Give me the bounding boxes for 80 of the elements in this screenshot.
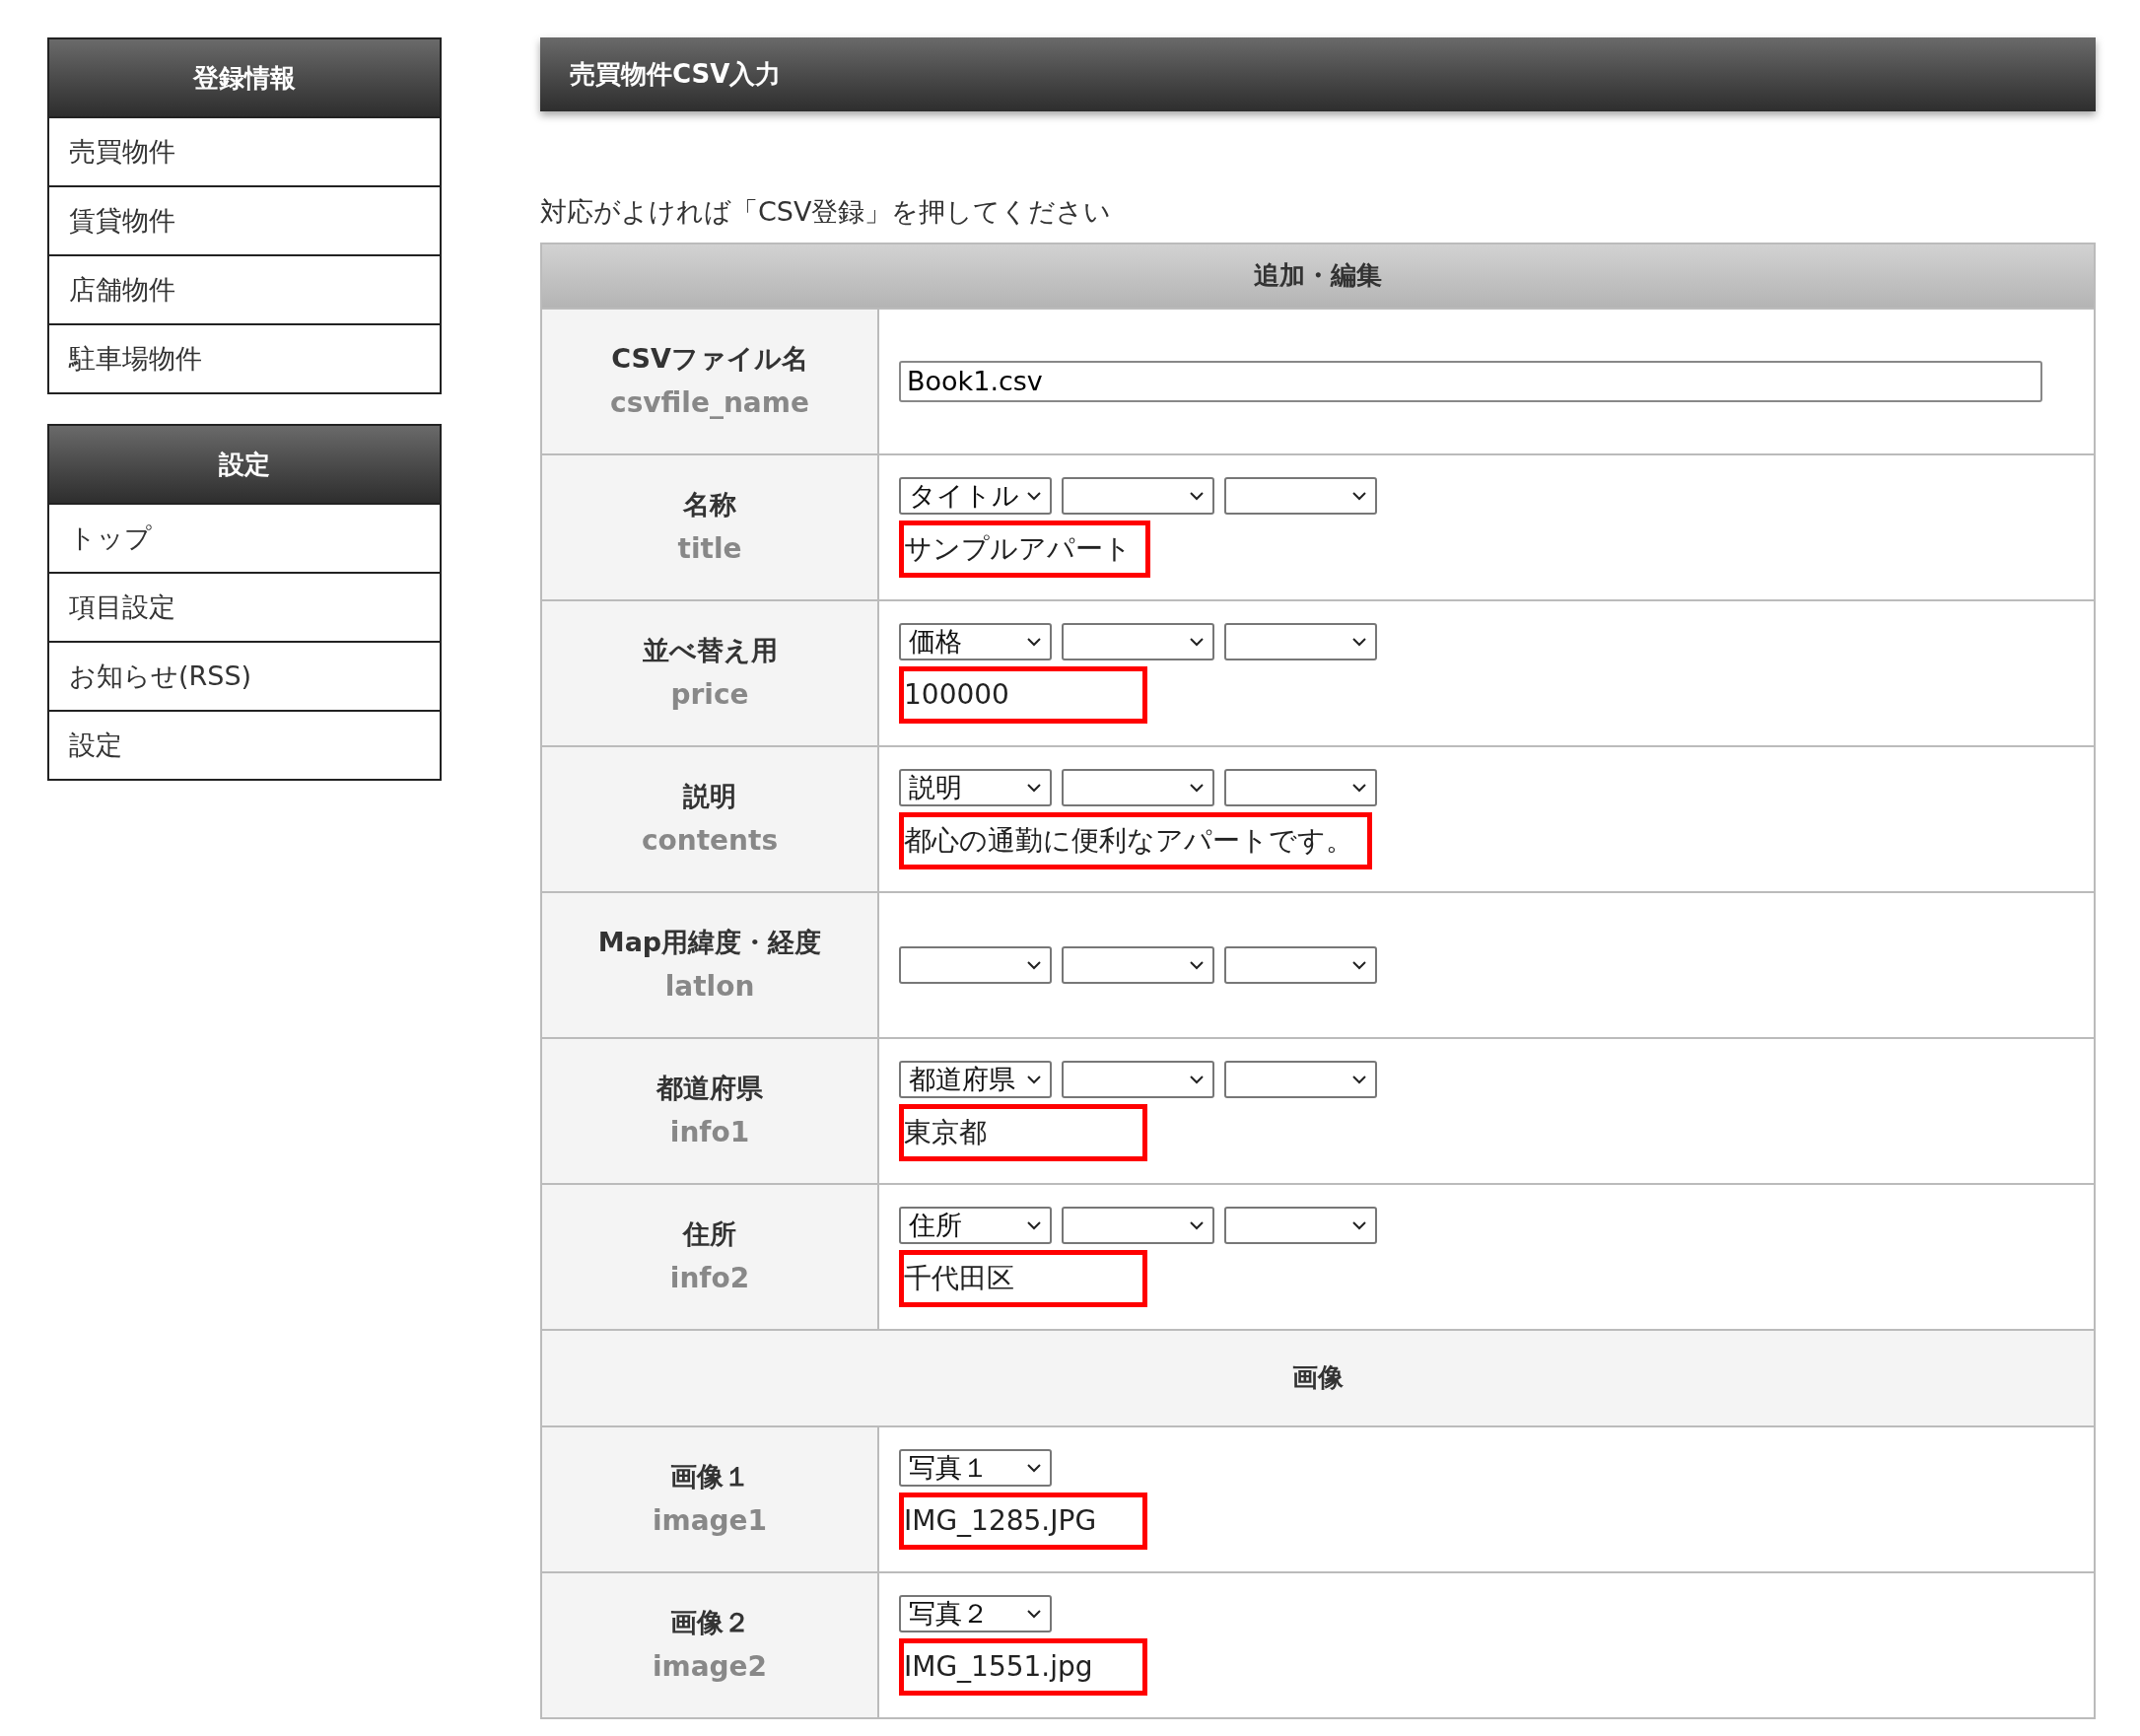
table-heading: 追加・編集 [542, 243, 2094, 310]
dropdown-select[interactable] [1062, 1060, 1214, 1098]
highlighted-value: 100000 [899, 665, 1147, 724]
dropdown-select[interactable] [1062, 945, 1214, 984]
field-label: 画像２ [669, 1609, 750, 1635]
sidebar-item[interactable]: お知らせ(RSS) [49, 641, 440, 710]
field-key: contents [641, 827, 779, 855]
field-key: image1 [652, 1507, 768, 1535]
chevron-down-icon [1026, 1074, 1042, 1084]
highlighted-value: IMG_1285.JPG [899, 1492, 1147, 1550]
chevron-down-icon [1026, 1608, 1042, 1619]
dropdown-select[interactable] [1224, 945, 1377, 984]
chevron-down-icon [1189, 636, 1205, 647]
chevron-down-icon [1351, 959, 1367, 970]
highlighted-value: 東京都 [899, 1103, 1147, 1161]
dropdown-select[interactable]: 説明 [899, 768, 1052, 806]
field-key: title [677, 535, 742, 563]
chevron-down-icon [1026, 636, 1042, 647]
chevron-down-icon [1026, 490, 1042, 501]
field-label: 都道府県 [656, 1075, 763, 1101]
sidebar-item[interactable]: 店舗物件 [49, 254, 440, 323]
field-key: latlon [664, 973, 755, 1001]
dropdown-select[interactable] [899, 945, 1052, 984]
chevron-down-icon [1351, 490, 1367, 501]
field-label: Map用緯度・経度 [597, 929, 822, 955]
field-label: 説明 [683, 783, 736, 809]
dropdown-select[interactable] [1062, 768, 1214, 806]
dropdown-select[interactable]: 写真１ [899, 1448, 1052, 1487]
field-key: image2 [652, 1653, 768, 1681]
field-key: csvfile_name [610, 389, 809, 417]
highlighted-value: サンプルアパート [899, 520, 1150, 578]
sidebar-item[interactable]: 売買物件 [49, 116, 440, 185]
sidebar-item[interactable]: 項目設定 [49, 572, 440, 641]
sidebar-heading: 登録情報 [49, 39, 440, 116]
chevron-down-icon [1189, 959, 1205, 970]
field-label: 画像１ [669, 1463, 750, 1490]
dropdown-select[interactable] [1224, 1206, 1377, 1244]
sidebar-item[interactable]: 駐車場物件 [49, 323, 440, 392]
highlighted-value: IMG_1551.jpg [899, 1637, 1147, 1696]
dropdown-select[interactable]: 価格 [899, 622, 1052, 660]
sidebar-item[interactable]: トップ [49, 503, 440, 572]
dropdown-select[interactable] [1224, 1060, 1377, 1098]
dropdown-select[interactable]: タイトル [899, 476, 1052, 515]
chevron-down-icon [1026, 959, 1042, 970]
input-field[interactable]: Book1.csv [899, 360, 2042, 402]
dropdown-select[interactable]: 写真２ [899, 1594, 1052, 1632]
instruction-text: 対応がよければ「CSV登録」を押してください [540, 195, 1113, 229]
chevron-down-icon [1189, 1074, 1205, 1084]
field-label: 並べ替え用 [642, 637, 778, 663]
sidebar-heading: 設定 [49, 426, 440, 503]
page-title-bar: 売買物件CSV入力 [540, 37, 2096, 111]
field-label: 名称 [683, 491, 736, 518]
section-heading: 画像 [1292, 1361, 1344, 1394]
chevron-down-icon [1351, 782, 1367, 793]
chevron-down-icon [1026, 782, 1042, 793]
dropdown-select[interactable] [1224, 768, 1377, 806]
field-label: CSVファイル名 [611, 345, 808, 372]
highlighted-value: 都心の通勤に便利なアパートです。 [899, 811, 1372, 869]
dropdown-select[interactable] [1062, 622, 1214, 660]
chevron-down-icon [1189, 490, 1205, 501]
field-key: price [670, 681, 749, 709]
chevron-down-icon [1351, 636, 1367, 647]
chevron-down-icon [1026, 1462, 1042, 1473]
chevron-down-icon [1189, 782, 1205, 793]
dropdown-select[interactable] [1062, 1206, 1214, 1244]
highlighted-value: 千代田区 [899, 1249, 1147, 1307]
chevron-down-icon [1026, 1219, 1042, 1230]
dropdown-select[interactable] [1224, 476, 1377, 515]
sidebar-item[interactable]: 賃貸物件 [49, 185, 440, 254]
field-key: info2 [669, 1265, 750, 1292]
dropdown-select[interactable] [1062, 476, 1214, 515]
sidebar-item[interactable]: 設定 [49, 710, 440, 779]
chevron-down-icon [1351, 1219, 1367, 1230]
dropdown-select[interactable]: 住所 [899, 1206, 1052, 1244]
field-label: 住所 [683, 1220, 736, 1247]
chevron-down-icon [1189, 1219, 1205, 1230]
chevron-down-icon [1351, 1074, 1367, 1084]
dropdown-select[interactable] [1224, 622, 1377, 660]
dropdown-select[interactable]: 都道府県 [899, 1060, 1052, 1098]
field-key: info1 [669, 1119, 750, 1146]
